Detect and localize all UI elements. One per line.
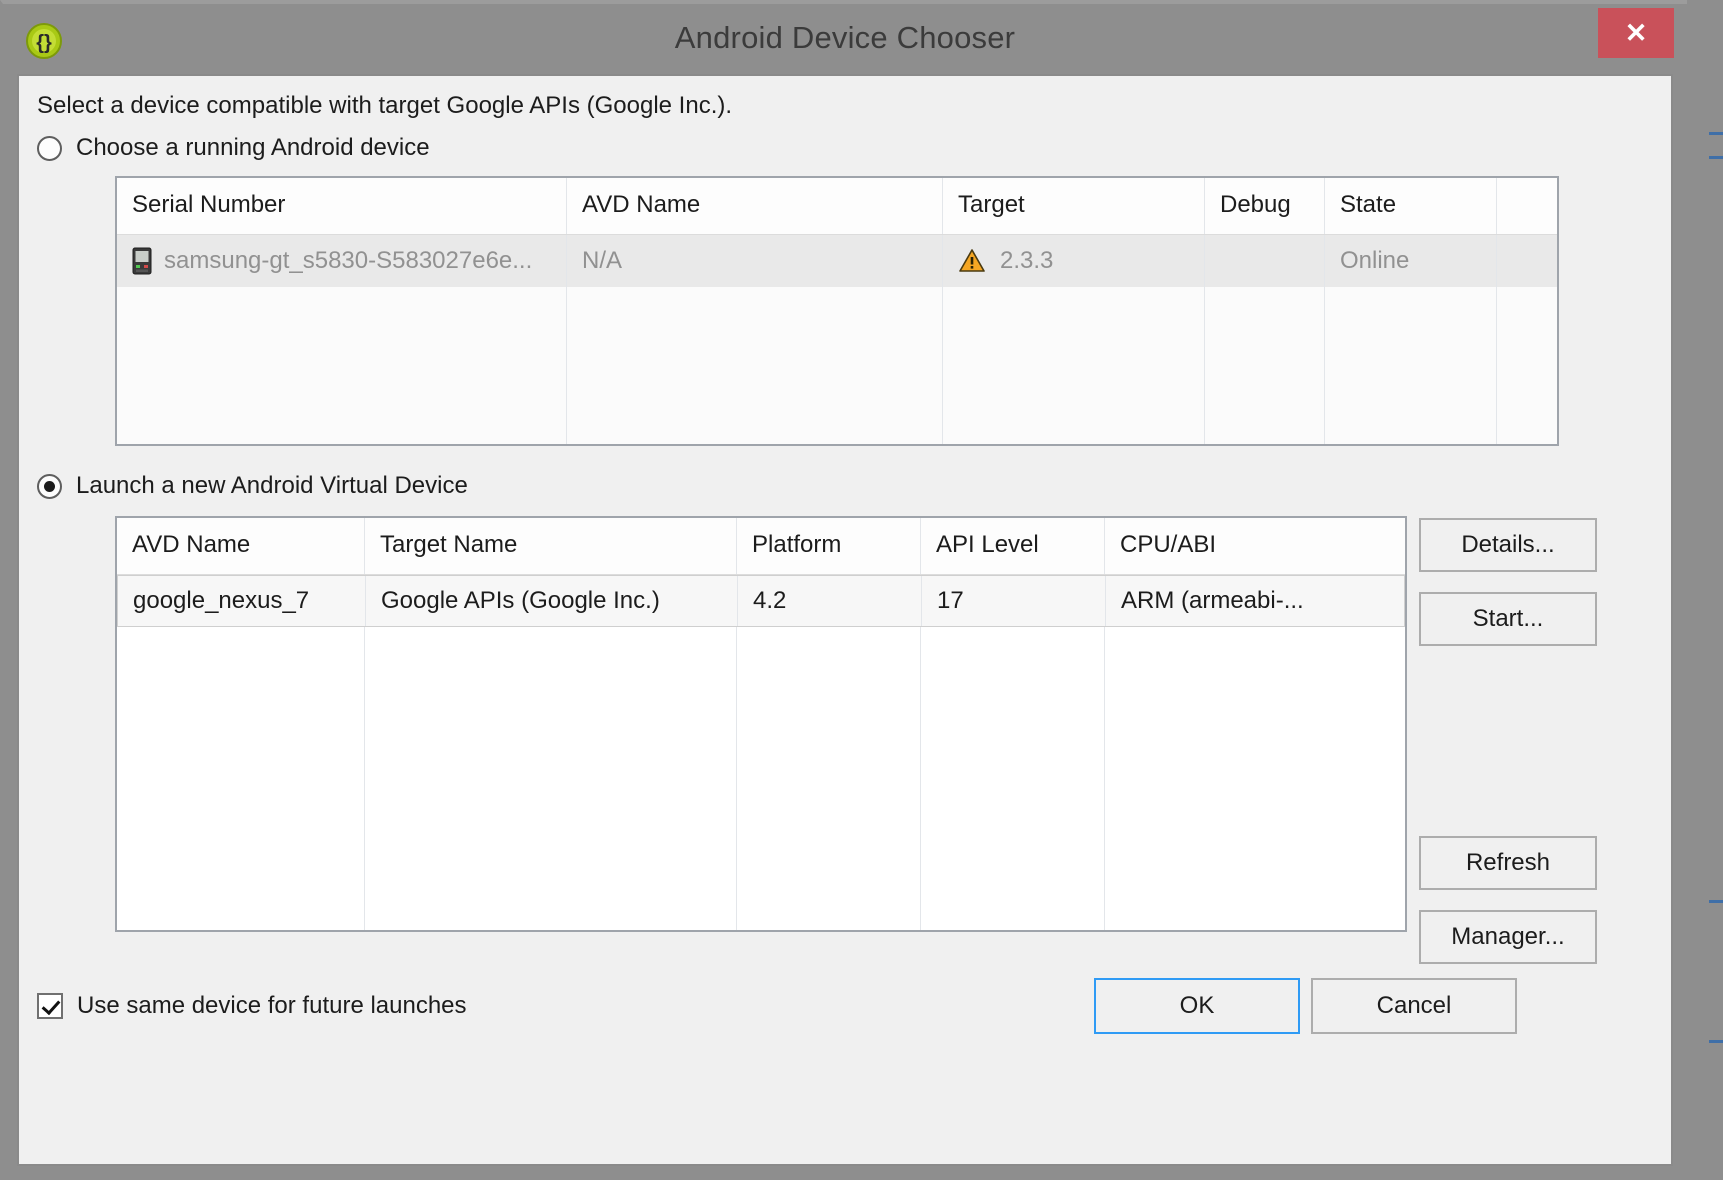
close-button[interactable]: ✕ — [1598, 8, 1674, 58]
column-header-api-level[interactable]: API Level — [921, 518, 1105, 574]
filler-col-debug — [1205, 286, 1325, 444]
cell-debug — [1205, 235, 1325, 287]
background-strip — [1687, 0, 1723, 1180]
radio-indicator-launch — [37, 473, 62, 499]
use-same-device-checkbox[interactable]: Use same device for future launches — [37, 992, 467, 1020]
cell-platform: 4.2 — [738, 576, 922, 626]
radio-launch-new-avd[interactable]: Launch a new Android Virtual Device — [37, 472, 468, 500]
filler-col-cpu-abi — [1105, 627, 1405, 930]
cell-cpu-abi: ARM (armeabi-... — [1121, 587, 1304, 614]
title-bar: {} Android Device Chooser ✕ — [3, 4, 1687, 76]
cell-target-text: 2.3.3 — [1000, 247, 1054, 274]
cell-api-level: 17 — [922, 576, 1106, 626]
table-row[interactable]: samsung-gt_s5830-S583027e6e... N/A 2.3.3… — [117, 235, 1557, 287]
background-marker — [1709, 156, 1723, 159]
filler-col-spacer — [1497, 286, 1557, 444]
cell-serial-number: samsung-gt_s5830-S583027e6e... — [117, 235, 567, 287]
filler-col-avd-name — [117, 627, 365, 930]
filler-col-platform — [737, 627, 921, 930]
avd-table[interactable]: AVD Name Target Name Platform API Level … — [115, 516, 1407, 932]
radio-label-running: Choose a running Android device — [76, 134, 430, 161]
cell-state: Online — [1325, 235, 1497, 287]
cell-spacer — [1497, 235, 1557, 287]
intro-description: Select a device compatible with target G… — [37, 92, 733, 119]
column-header-debug[interactable]: Debug — [1205, 178, 1325, 234]
column-header-avd-name[interactable]: AVD Name — [567, 178, 943, 234]
cell-target: 2.3.3 — [943, 235, 1205, 287]
devices-table-empty-area — [117, 286, 1557, 444]
column-header-spacer — [1497, 178, 1557, 234]
filler-col-target-name — [365, 627, 737, 930]
radio-choose-running-device[interactable]: Choose a running Android device — [37, 134, 430, 162]
window-title: Android Device Chooser — [674, 20, 1016, 55]
dialog-content: Select a device compatible with target G… — [17, 74, 1673, 1166]
ok-button[interactable]: OK — [1094, 978, 1300, 1034]
filler-col-avd — [567, 286, 943, 444]
column-header-avd-name[interactable]: AVD Name — [117, 518, 365, 574]
column-header-target[interactable]: Target — [943, 178, 1205, 234]
avd-table-empty-area — [117, 627, 1405, 930]
details-button[interactable]: Details... — [1419, 518, 1597, 572]
checkbox-indicator — [37, 993, 63, 1019]
filler-col-api-level — [921, 627, 1105, 930]
start-button[interactable]: Start... — [1419, 592, 1597, 646]
warning-icon — [958, 248, 986, 274]
filler-col-target — [943, 286, 1205, 444]
radio-label-launch: Launch a new Android Virtual Device — [76, 472, 468, 499]
table-row[interactable]: google_nexus_7 Google APIs (Google Inc.)… — [117, 575, 1405, 627]
radio-indicator-running — [37, 135, 62, 161]
background-marker — [1709, 132, 1723, 135]
manager-button[interactable]: Manager... — [1419, 910, 1597, 964]
filler-col-serial — [117, 286, 567, 444]
column-header-platform[interactable]: Platform — [737, 518, 921, 574]
dialog-window: {} Android Device Chooser ✕ Select a dev… — [0, 0, 1687, 1180]
background-marker — [1709, 900, 1723, 903]
devices-table-header: Serial Number AVD Name Target Debug Stat… — [117, 178, 1557, 235]
refresh-button[interactable]: Refresh — [1419, 836, 1597, 890]
cell-avd-name: google_nexus_7 — [118, 576, 366, 626]
filler-col-state — [1325, 286, 1497, 444]
running-devices-table[interactable]: Serial Number AVD Name Target Debug Stat… — [115, 176, 1559, 446]
cell-avd-name: N/A — [567, 235, 943, 287]
cell-serial-number-text: samsung-gt_s5830-S583027e6e... — [164, 247, 533, 274]
checkbox-label: Use same device for future launches — [77, 992, 467, 1019]
column-header-state[interactable]: State — [1325, 178, 1497, 234]
cancel-button[interactable]: Cancel — [1311, 978, 1517, 1034]
phone-icon — [132, 247, 152, 275]
cell-target-name: Google APIs (Google Inc.) — [366, 576, 738, 626]
column-header-target-name[interactable]: Target Name — [365, 518, 737, 574]
column-header-cpu-abi[interactable]: CPU/ABI — [1105, 518, 1405, 574]
close-icon: ✕ — [1624, 17, 1648, 48]
background-marker — [1709, 1040, 1723, 1043]
column-header-serial-number[interactable]: Serial Number — [117, 178, 567, 234]
avd-table-header: AVD Name Target Name Platform API Level … — [117, 518, 1405, 575]
